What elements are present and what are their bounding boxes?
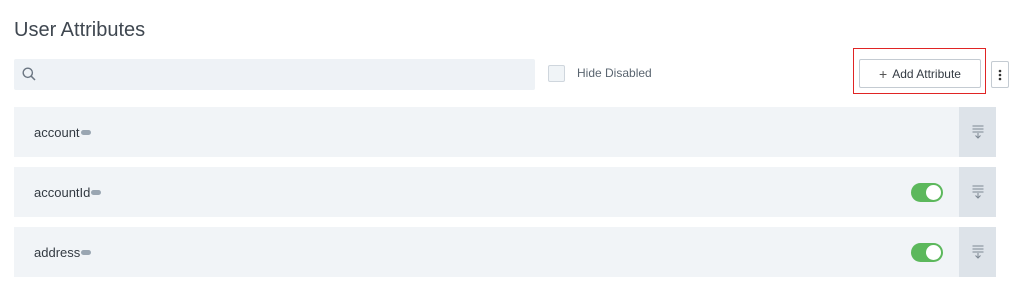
hide-disabled-label: Hide Disabled [577, 66, 652, 80]
attribute-name: address [34, 245, 92, 260]
page-title: User Attributes [14, 19, 146, 41]
row-action-handle[interactable] [959, 227, 996, 277]
tag-icon [91, 190, 102, 195]
tag-icon [80, 130, 91, 135]
more-options-button[interactable] [991, 61, 1009, 88]
row-action-handle[interactable] [959, 167, 996, 217]
attribute-name-text: accountId [34, 185, 91, 200]
hide-disabled-toggle[interactable]: Hide Disabled [548, 63, 652, 83]
search-input[interactable] [44, 59, 528, 92]
attribute-row[interactable]: account [14, 107, 996, 157]
sort-down-icon [972, 245, 983, 259]
search-box[interactable] [14, 59, 535, 92]
toggle-knob [926, 245, 941, 260]
attribute-row[interactable]: accountId [14, 167, 996, 217]
tag-icon [81, 250, 92, 255]
add-attribute-label: Add Attribute [892, 66, 961, 81]
toggle-knob [926, 185, 941, 200]
attribute-row[interactable]: address [14, 227, 996, 277]
attribute-name: account [34, 125, 91, 140]
row-action-handle[interactable] [959, 107, 996, 157]
sort-down-icon [972, 185, 983, 199]
attribute-name: accountId [34, 185, 102, 200]
vertical-ellipsis-icon [998, 69, 1002, 80]
add-attribute-button[interactable]: + Add Attribute [859, 59, 981, 88]
search-icon [22, 67, 36, 81]
hide-disabled-checkbox[interactable] [548, 64, 565, 82]
enabled-toggle[interactable] [911, 183, 943, 202]
attribute-name-text: account [34, 125, 80, 140]
enabled-toggle[interactable] [911, 243, 943, 262]
plus-icon: + [879, 65, 888, 82]
attribute-name-text: address [34, 245, 81, 260]
sort-down-icon [972, 125, 983, 139]
